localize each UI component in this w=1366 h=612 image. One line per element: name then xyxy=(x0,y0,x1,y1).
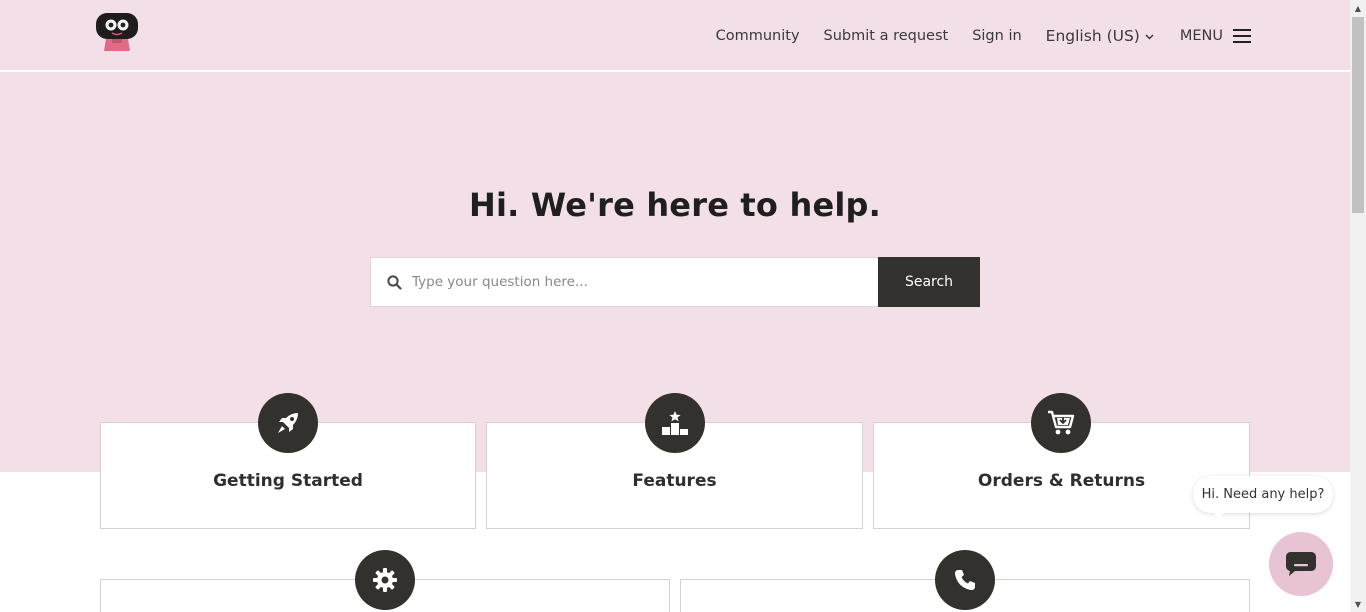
chat-launcher-button[interactable] xyxy=(1269,532,1333,596)
chat-icon xyxy=(1286,552,1316,576)
language-selector[interactable]: English (US) xyxy=(1046,27,1154,45)
robot-logo[interactable] xyxy=(94,11,140,51)
cart-icon xyxy=(1031,393,1091,453)
search-field-wrapper xyxy=(370,257,878,307)
hero-title: Hi. We're here to help. xyxy=(469,186,881,224)
scroll-up-arrow[interactable]: ▲ xyxy=(1350,0,1366,16)
phone-icon xyxy=(935,550,995,610)
language-label: English (US) xyxy=(1045,26,1140,45)
nav-community-link[interactable]: Community xyxy=(716,28,800,44)
search-icon xyxy=(387,274,402,290)
search-input[interactable] xyxy=(412,274,852,290)
scroll-down-arrow[interactable]: ▼ xyxy=(1350,596,1366,612)
search-form: Search xyxy=(370,257,980,307)
site-header: Community Submit a request Sign in Engli… xyxy=(0,0,1350,71)
hamburger-icon xyxy=(1233,28,1251,43)
rocket-icon xyxy=(258,393,318,453)
category-title: Getting Started xyxy=(213,471,363,491)
podium-star-icon xyxy=(645,393,705,453)
search-button[interactable]: Search xyxy=(878,257,980,307)
nav-sign-in-link[interactable]: Sign in xyxy=(972,28,1021,44)
chevron-down-icon xyxy=(1145,34,1154,40)
scroll-thumb[interactable] xyxy=(1352,17,1364,213)
chat-greeting-text: Hi. Need any help? xyxy=(1201,487,1325,502)
gear-icon xyxy=(355,550,415,610)
chat-greeting-bubble[interactable]: Hi. Need any help? xyxy=(1193,476,1333,513)
menu-label: MENU xyxy=(1179,27,1223,44)
page-scrollbar[interactable]: ▲ ▼ xyxy=(1350,0,1366,612)
chat-bubble-tail xyxy=(1212,510,1226,519)
menu-button[interactable]: MENU xyxy=(1180,28,1251,44)
top-nav: Community Submit a request Sign in Engli… xyxy=(692,0,1251,71)
nav-submit-request-link[interactable]: Submit a request xyxy=(824,28,949,44)
category-title: Features xyxy=(632,471,717,491)
